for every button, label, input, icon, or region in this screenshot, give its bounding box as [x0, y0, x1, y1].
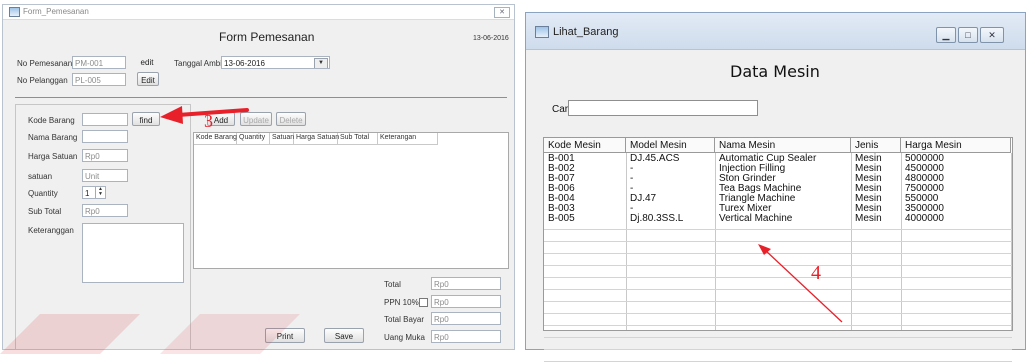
- empty-row-line: [544, 313, 1012, 314]
- form-heading: Form Pemesanan: [219, 30, 315, 44]
- edit-pemesanan-button[interactable]: edit: [136, 55, 158, 69]
- total-bayar-label: Total Bayar: [384, 315, 425, 324]
- form-pemesanan-window: Form_Pemesanan ✕ Form Pemesanan 13-06-20…: [2, 4, 515, 350]
- row-cell-model[interactable]: Dj.80.3SS.L: [626, 214, 687, 224]
- empty-row-line: [544, 241, 1012, 242]
- harga-satuan-label: Harga Satuan: [28, 152, 78, 161]
- keterangan-label: Keteranggan: [28, 226, 74, 235]
- column-model-mesin[interactable]: Model Mesin: [626, 138, 715, 153]
- calendar-dropdown-icon[interactable]: ▼: [314, 58, 328, 68]
- cari-search-input[interactable]: [568, 100, 758, 116]
- column-nama-mesin[interactable]: Nama Mesin: [715, 138, 851, 153]
- find-button[interactable]: find: [132, 112, 160, 126]
- satuan-field[interactable]: Unit: [82, 169, 128, 182]
- nama-barang-label: Nama Barang: [28, 133, 78, 142]
- kode-barang-field[interactable]: [82, 113, 128, 126]
- quantity-value: 1: [85, 189, 90, 198]
- uang-muka-label: Uang Muka: [384, 333, 425, 342]
- ppn-field[interactable]: Rp0: [431, 295, 501, 308]
- tanggal-ambil-value: 13-06-2016: [224, 59, 265, 68]
- header-separator: [15, 97, 507, 98]
- annotation-number-3: 3: [204, 111, 213, 131]
- harga-satuan-field[interactable]: Rp0: [82, 149, 128, 162]
- left-title-bar: Form_Pemesanan ✕: [3, 5, 514, 20]
- quantity-label: Quantity: [28, 189, 58, 198]
- order-detail-grid[interactable]: Kode Barang Quantity Satuan Harga Satuan…: [193, 132, 509, 269]
- no-pemesanan-field[interactable]: PM-001: [72, 56, 126, 69]
- grid-header-quantity[interactable]: Quantity: [237, 133, 270, 144]
- maximize-button[interactable]: □: [958, 27, 978, 43]
- total-label: Total: [384, 280, 401, 289]
- update-button[interactable]: Update: [240, 112, 272, 126]
- right-window-title: Lihat_Barang: [553, 26, 619, 38]
- empty-row-line: [544, 229, 1012, 230]
- empty-row-line: [544, 277, 1012, 278]
- no-pelanggan-label: No Pelanggan: [17, 76, 68, 85]
- annotation-number-4: 4: [811, 262, 821, 284]
- satuan-label: satuan: [28, 172, 53, 181]
- ppn-checkbox[interactable]: [419, 298, 428, 307]
- sub-total-field[interactable]: Rp0: [82, 204, 128, 217]
- no-pelanggan-field[interactable]: PL-005: [72, 73, 126, 86]
- delete-button[interactable]: Delete: [276, 112, 306, 126]
- left-window-title: Form_Pemesanan: [23, 7, 89, 16]
- empty-row-line: [544, 301, 1012, 302]
- empty-row-line: [544, 253, 1012, 254]
- column-jenis[interactable]: Jenis: [851, 138, 901, 153]
- tanggal-ambil-label: Tanggal Ambil: [174, 59, 224, 68]
- lihat-barang-app-icon: [535, 26, 549, 38]
- sub-total-label: Sub Total: [28, 207, 62, 216]
- tanggal-ambil-picker[interactable]: 13-06-2016 ▼: [221, 56, 330, 69]
- grid-header-sub-total[interactable]: Sub Total: [338, 133, 378, 144]
- data-mesin-grid[interactable]: Kode Mesin Model Mesin Nama Mesin Jenis …: [543, 137, 1013, 362]
- quantity-stepper[interactable]: 1 ▲ ▼: [82, 186, 106, 199]
- date-display: 13-06-2016: [473, 35, 509, 42]
- ppn-label: PPN 10%: [384, 298, 419, 307]
- save-button[interactable]: Save: [324, 328, 364, 343]
- grid-body: B-001 DJ.45.ACS Automatic Cup Sealer Mesin 5…: [544, 153, 1012, 362]
- keterangan-textarea[interactable]: [82, 223, 184, 283]
- edit-pelanggan-button[interactable]: Edit: [137, 72, 159, 86]
- minimize-button[interactable]: ▁: [936, 27, 956, 43]
- total-field[interactable]: Rp0: [431, 277, 501, 290]
- grid-header-satuan[interactable]: Satuan: [270, 133, 294, 144]
- grid-header-underline: [194, 144, 438, 145]
- nama-barang-field[interactable]: [82, 130, 128, 143]
- kode-barang-label: Kode Barang: [28, 116, 75, 125]
- empty-row-line: [544, 325, 1012, 326]
- column-harga-mesin[interactable]: Harga Mesin: [901, 138, 1011, 153]
- grid-header-keterangan[interactable]: Keterangan: [378, 133, 438, 144]
- empty-row-line: [544, 289, 1012, 290]
- no-pemesanan-label: No Pemesanan: [17, 59, 73, 68]
- uang-muka-field[interactable]: Rp0: [431, 330, 501, 343]
- table-row[interactable]: B-005 Dj.80.3SS.L Vertical Machine Mesin 400…: [544, 214, 1012, 224]
- total-bayar-field[interactable]: Rp0: [431, 312, 501, 325]
- empty-row-line: [544, 265, 1012, 266]
- column-kode-mesin[interactable]: Kode Mesin: [544, 138, 626, 153]
- close-icon[interactable]: ✕: [494, 7, 510, 18]
- close-button[interactable]: ✕: [980, 27, 1004, 43]
- row-cell-model[interactable]: DJ.45.ACS: [626, 154, 683, 164]
- grid-header-kode-barang[interactable]: Kode Barang: [194, 133, 237, 144]
- row-cell-harga[interactable]: 4000000: [901, 214, 948, 224]
- form-app-icon: [9, 7, 20, 17]
- row-cell-kode[interactable]: B-005: [544, 214, 579, 224]
- stepper-arrows-icon[interactable]: ▲ ▼: [95, 187, 105, 198]
- empty-row-line: [544, 337, 1012, 338]
- row-cell-jenis[interactable]: Mesin: [851, 214, 886, 224]
- grid-header-harga-satuan[interactable]: Harga Satuan: [294, 133, 339, 144]
- row-cell-nama[interactable]: Vertical Machine: [715, 214, 796, 224]
- data-mesin-heading: Data Mesin: [730, 62, 820, 81]
- watermark-stripes: [0, 314, 300, 354]
